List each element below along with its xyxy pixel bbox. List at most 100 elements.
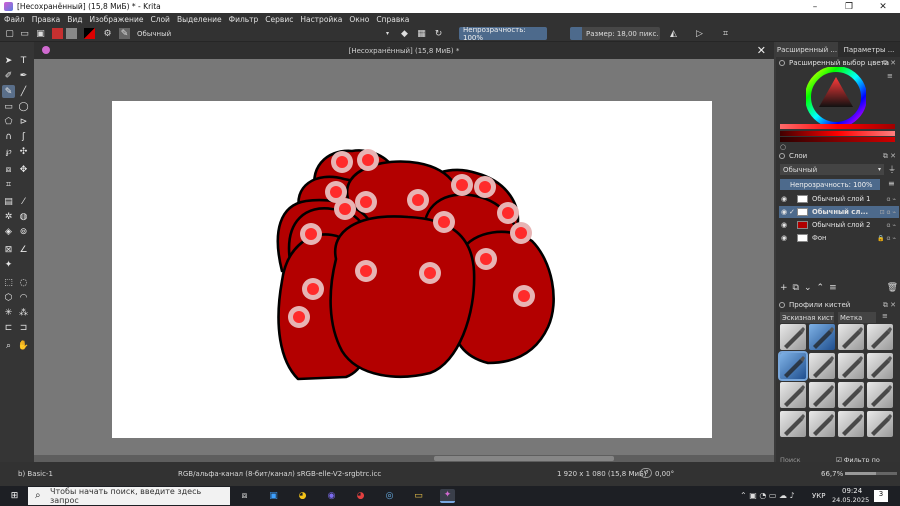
menu-filter[interactable]: Фильтр (229, 15, 259, 24)
eye-icon[interactable]: ◉ (779, 208, 789, 216)
smart-patch-icon[interactable]: ✲ (2, 210, 15, 223)
layer-flags-icon[interactable]: α ⌁ (887, 196, 896, 203)
pan-tool-icon[interactable]: ✋ (17, 339, 30, 352)
panel-menu-icon[interactable]: ≡ (887, 72, 893, 80)
menu-image[interactable]: Изображение (90, 15, 144, 24)
chrome-app-icon[interactable]: ◕ (295, 489, 310, 503)
layer-opacity-slider[interactable]: Непрозрачность: 100% (780, 179, 880, 190)
reload-preset-icon[interactable]: ↻ (433, 28, 444, 39)
duplicate-layer-icon[interactable]: ⧉ (793, 283, 799, 295)
panel-float-icon[interactable]: ⧉ ✕ (883, 152, 896, 161)
save-icon[interactable]: ▣ (35, 28, 46, 39)
panel-float-icon[interactable]: ⧉ ✕ (883, 59, 896, 68)
opacity-slider[interactable]: Непрозрачность: 100% (459, 26, 547, 42)
eye-icon[interactable]: ◉ (779, 234, 789, 242)
delete-layer-icon[interactable]: 🗑 (887, 283, 898, 295)
menu-file[interactable]: Файл (4, 15, 25, 24)
close-window-button[interactable]: ✕ (866, 0, 900, 13)
layer-flags-icon[interactable]: ⊡ α ⌁ (880, 209, 896, 216)
explorer-app-icon[interactable]: ▣ (266, 489, 281, 503)
color-picker-icon[interactable]: ⁄ (17, 195, 30, 208)
taskbar-search-input[interactable]: ⌕ Чтобы начать поиск, введите здесь запр… (28, 487, 230, 505)
crop-tool-icon[interactable]: ⌗ (2, 178, 15, 191)
eye-icon[interactable]: ◉ (779, 195, 789, 203)
polygon-tool-icon[interactable]: ⬠ (2, 115, 15, 128)
size-slider[interactable]: Размер: 18,00 пикс. (570, 27, 660, 40)
edit-shapes-icon[interactable]: ✐ (2, 69, 15, 82)
view-options-icon[interactable]: ≡ (882, 312, 888, 320)
select-shapes-icon[interactable]: ➤ (2, 54, 15, 67)
folder-app-icon[interactable]: ▭ (411, 489, 426, 503)
task-view-icon[interactable]: ⧈ (237, 489, 252, 503)
brush-preset-tile[interactable] (780, 382, 806, 408)
layer-menu-icon[interactable]: ≡ (888, 179, 895, 188)
hue-strip[interactable] (780, 124, 895, 129)
value-strip[interactable] (780, 137, 895, 142)
lock-icon[interactable]: 🔒 α ⌁ (877, 235, 896, 242)
brush-preset-tile[interactable] (867, 353, 893, 379)
blend-mode-select[interactable]: Обычный ▾ (133, 27, 393, 40)
pattern-swatch-icon[interactable] (66, 28, 77, 39)
layer-properties-icon[interactable]: ≡ (829, 283, 837, 295)
krita-taskbar-icon[interactable]: ✦ (440, 489, 455, 503)
line-tool-icon[interactable]: ╱ (17, 85, 30, 98)
new-document-icon[interactable]: ▢ (4, 28, 15, 39)
brush-preset-tile[interactable] (867, 411, 893, 437)
brush-preset-tile[interactable] (867, 324, 893, 350)
mirror-horizontal-icon[interactable]: ◭ (668, 28, 679, 39)
rectangle-tool-icon[interactable]: ▭ (2, 100, 15, 113)
steam-app-icon[interactable]: ◎ (382, 489, 397, 503)
maximize-button[interactable]: ❐ (832, 0, 866, 13)
document-tab[interactable]: [Несохранённый] (15,8 МиБ) * ✕ (34, 42, 774, 59)
canvas-paper[interactable] (112, 101, 712, 438)
menu-layer[interactable]: Слой (150, 15, 170, 24)
scrollbar-thumb[interactable] (434, 456, 614, 461)
color-wheel[interactable] (806, 67, 866, 127)
brush-preset-tile[interactable] (838, 411, 864, 437)
minimize-button[interactable]: – (798, 0, 832, 13)
eye-icon[interactable]: ◉ (779, 221, 789, 229)
mirror-vertical-icon[interactable]: ▷ (694, 28, 705, 39)
rect-select-icon[interactable]: ⬚ (2, 276, 15, 289)
panel-float-icon[interactable]: ⧉ ✕ (883, 301, 896, 310)
windows-start-icon[interactable]: ⊞ (7, 489, 22, 503)
brush-preset-tile[interactable] (838, 382, 864, 408)
freehand-path-icon[interactable]: ʃ (17, 130, 30, 143)
enclose-fill-icon[interactable]: ⊚ (17, 225, 30, 238)
ellipse-select-icon[interactable]: ◌ (17, 276, 30, 289)
ellipse-tool-icon[interactable]: ◯ (17, 100, 30, 113)
horizontal-scrollbar[interactable] (34, 455, 774, 462)
eraser-icon[interactable]: ◆ (399, 28, 410, 39)
contiguous-select-icon[interactable]: ✳ (2, 306, 15, 319)
layer-flags-icon[interactable]: α ⌁ (887, 222, 896, 229)
brush-settings-icon[interactable]: ⚙ (102, 28, 113, 39)
rotate-canvas-icon[interactable]: ↺ (640, 468, 652, 478)
zoom-slider[interactable] (845, 472, 897, 475)
tab-tool-options[interactable]: Параметры ... (838, 42, 900, 57)
open-document-icon[interactable]: ▭ (19, 28, 30, 39)
brush-preset-tile[interactable] (838, 353, 864, 379)
dynamic-brush-icon[interactable]: ℘ (2, 145, 15, 158)
clock-date[interactable]: 24.05.2025 (832, 496, 869, 504)
menu-select[interactable]: Выделение (177, 15, 222, 24)
move-up-icon[interactable]: ⌃ (817, 283, 825, 295)
colorize-mask-icon[interactable]: ◍ (17, 210, 30, 223)
menu-edit[interactable]: Правка (32, 15, 61, 24)
magnetic-select-icon[interactable]: ⊐ (17, 321, 30, 334)
reference-tool-icon[interactable]: ✦ (2, 258, 15, 271)
chrome-alt-app-icon[interactable]: ◕ (353, 489, 368, 503)
brush-preset-tile[interactable] (867, 382, 893, 408)
layer-row[interactable]: ◉ Фон 🔒 α ⌁ (779, 232, 899, 244)
brush-preset-tile[interactable] (838, 324, 864, 350)
move-down-icon[interactable]: ⌄ (804, 283, 812, 295)
alpha-lock-icon[interactable]: ▦ (416, 28, 427, 39)
saturation-strip[interactable] (780, 131, 895, 136)
gradient-tool-icon[interactable]: ▤ (2, 195, 15, 208)
tag-button[interactable]: Метка (838, 312, 876, 323)
menu-help[interactable]: Справка (376, 15, 409, 24)
language-indicator[interactable]: УКР (812, 492, 825, 500)
text-tool-icon[interactable]: T (17, 54, 30, 67)
tab-advanced-color[interactable]: Расширенный ... (776, 42, 838, 57)
menu-window[interactable]: Окно (349, 15, 369, 24)
polyline-tool-icon[interactable]: ⊳ (17, 115, 30, 128)
